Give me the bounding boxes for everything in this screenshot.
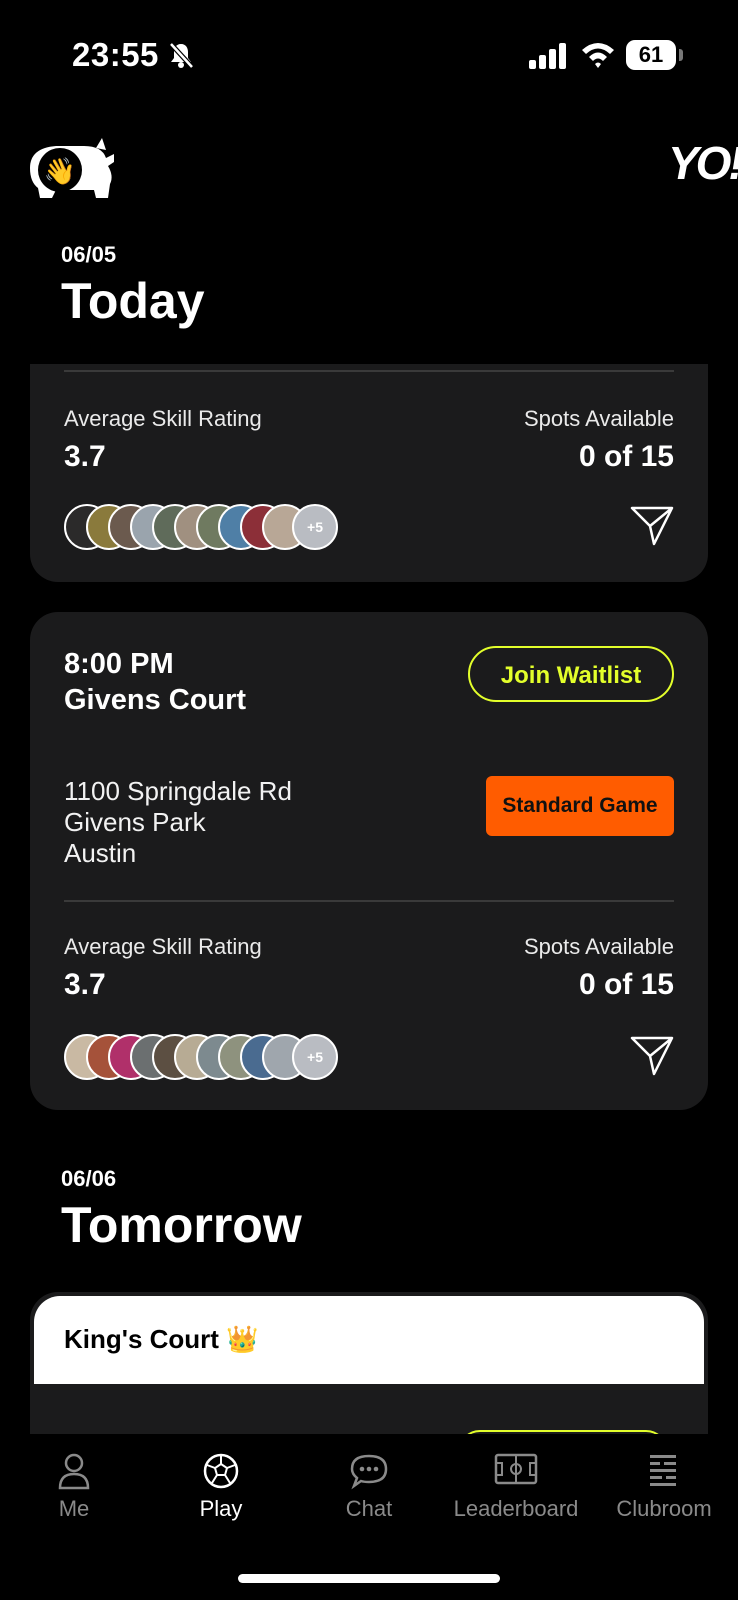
tab-chat[interactable]: Chat [295, 1434, 443, 1534]
tab-label: Leaderboard [453, 1496, 579, 1521]
game-time: 8:00 PM [64, 648, 174, 680]
pitch-icon [494, 1453, 538, 1485]
section-date: 06/06 [61, 1166, 117, 1191]
battery-indicator: 61 [626, 40, 683, 70]
yo-logo[interactable]: YO! [668, 136, 738, 190]
send-share-icon[interactable] [630, 1034, 674, 1076]
pig-wave-logo-icon[interactable]: 👋 [22, 138, 118, 204]
wifi-icon [582, 43, 614, 68]
game-card[interactable]: 8:00 PM Givens Court Join Waitlist 1100 … [30, 612, 708, 1110]
svg-text:👋: 👋 [44, 157, 76, 187]
status-time: 23:55 [72, 36, 159, 73]
tab-play[interactable]: Play [147, 1434, 295, 1534]
spots-value: 0 of 15 [578, 440, 674, 473]
spots-label: Spots Available [523, 934, 674, 959]
tab-leaderboard[interactable]: Leaderboard [442, 1434, 590, 1534]
skill-value: 3.7 [64, 968, 106, 1001]
tab-clubroom[interactable]: Clubroom [590, 1434, 738, 1534]
section-date: 06/05 [61, 242, 117, 267]
divider [64, 370, 674, 372]
kings-court-card[interactable]: King's Court 👑 [30, 1292, 708, 1442]
chat-bubble-icon [350, 1454, 388, 1490]
player-avatars[interactable]: +5 [64, 1034, 354, 1080]
divider [64, 900, 674, 902]
more-players-badge: +5 [292, 504, 338, 550]
tab-me[interactable]: Me [0, 1434, 148, 1534]
kings-court-title: King's Court 👑 [64, 1324, 259, 1354]
send-share-icon[interactable] [630, 504, 674, 546]
tab-label: Clubroom [616, 1496, 712, 1521]
address-line: Austin [64, 838, 137, 868]
tab-label: Play [199, 1496, 243, 1521]
spots-value: 0 of 15 [578, 968, 674, 1001]
skill-label: Average Skill Rating [64, 406, 262, 431]
section-title: Tomorrow [61, 1197, 302, 1253]
person-icon [58, 1453, 90, 1490]
skill-value: 3.7 [64, 440, 106, 473]
home-indicator[interactable] [238, 1574, 500, 1583]
address-line: Givens Park [64, 807, 206, 837]
cellular-signal-icon [529, 43, 566, 69]
tab-label: Me [58, 1496, 90, 1521]
game-card[interactable]: Average Skill Rating 3.7 Spots Available… [30, 364, 708, 582]
tactics-board-icon [650, 1455, 676, 1486]
game-type-badge[interactable]: Standard Game [486, 776, 674, 836]
tab-label: Chat [345, 1496, 393, 1521]
address-line: 1100 Springdale Rd [64, 776, 292, 806]
kings-court-header: King's Court 👑 [34, 1296, 704, 1384]
player-avatars[interactable]: +5 [64, 504, 354, 550]
spots-label: Spots Available [523, 406, 674, 431]
section-title: Today [61, 273, 205, 329]
game-court-name: Givens Court [64, 684, 247, 716]
bell-muted-icon [169, 42, 194, 69]
more-players-badge: +5 [292, 1034, 338, 1080]
status-bar: 23:55 61 [0, 0, 738, 110]
soccer-ball-icon [203, 1453, 239, 1489]
join-waitlist-button[interactable]: Join Waitlist [468, 646, 674, 702]
skill-label: Average Skill Rating [64, 934, 262, 959]
